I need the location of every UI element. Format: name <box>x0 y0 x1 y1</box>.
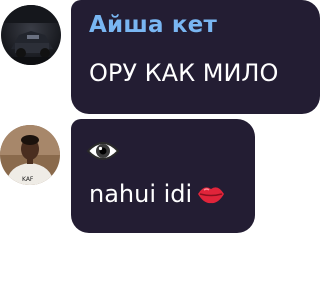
message-bubble[interactable]: nahui idi <box>71 119 255 233</box>
kiss-lips-emoji <box>196 181 226 207</box>
avatar[interactable] <box>1 5 61 65</box>
svg-text:KAF: KAF <box>22 176 34 183</box>
eye-emoji <box>86 136 120 166</box>
message-bubble[interactable]: Айша кет ОРУ КАК МИЛО <box>71 0 320 114</box>
chat-messages: Айша кет ОРУ КАК МИЛО KAF nahui idi <box>0 0 320 286</box>
message-text: nahui idi <box>89 180 226 208</box>
avatar[interactable]: KAF <box>0 125 60 185</box>
sender-name[interactable]: Айша кет <box>89 12 217 38</box>
message-text: ОРУ КАК МИЛО <box>89 59 279 87</box>
